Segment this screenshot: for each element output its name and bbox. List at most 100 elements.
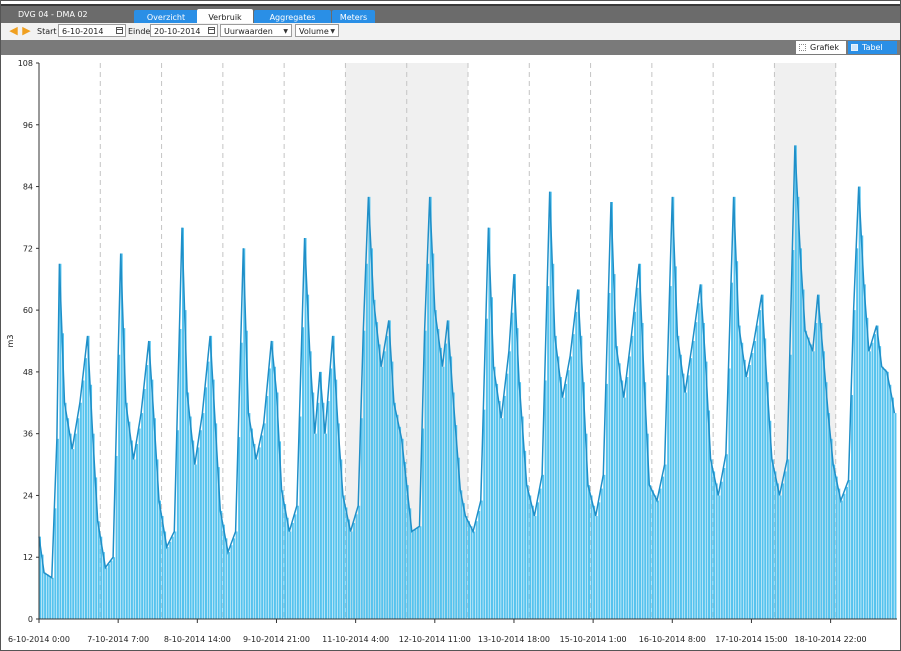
hour-bar bbox=[473, 531, 476, 619]
hour-bar bbox=[636, 287, 639, 619]
hour-bar bbox=[697, 303, 700, 619]
x-tick-label: 6-10-2014 0:00 bbox=[8, 635, 70, 644]
hour-bar bbox=[192, 440, 195, 619]
hour-bar bbox=[562, 397, 565, 619]
hour-bar bbox=[616, 346, 619, 619]
hour-bar bbox=[136, 443, 139, 619]
end-date-value: 20-10-2014 bbox=[154, 27, 201, 36]
hour-bar bbox=[715, 483, 718, 619]
y-tick-label: 108 bbox=[18, 59, 33, 68]
hour-bar bbox=[603, 474, 606, 619]
hour-bar bbox=[731, 282, 734, 619]
hour-bar bbox=[350, 531, 353, 619]
hour-bar bbox=[628, 356, 631, 619]
hour-bar bbox=[570, 356, 573, 619]
x-tick-label: 15-10-2014 1:00 bbox=[560, 635, 627, 644]
hour-bar bbox=[542, 474, 545, 619]
next-period-button[interactable]: ▶ bbox=[21, 25, 32, 37]
hour-bar bbox=[332, 335, 335, 619]
hour-bar bbox=[166, 546, 169, 619]
hour-bar bbox=[667, 375, 670, 619]
hour-bar bbox=[360, 418, 363, 619]
hour-bar bbox=[679, 354, 682, 619]
hour-bar bbox=[662, 476, 665, 619]
resolution-select[interactable]: Uurwaarden ▼ bbox=[220, 24, 292, 37]
hour-bar bbox=[853, 310, 856, 619]
hour-bar bbox=[399, 426, 402, 619]
hour-bar bbox=[378, 344, 381, 619]
hour-bar bbox=[373, 299, 376, 619]
hour-bar bbox=[889, 384, 892, 619]
view-tab-tabel[interactable]: Tabel bbox=[848, 41, 897, 54]
hour-bar bbox=[881, 366, 884, 619]
hour-bar bbox=[761, 294, 764, 619]
hour-bar bbox=[424, 330, 427, 619]
hour-bar bbox=[115, 455, 118, 619]
hour-bar bbox=[728, 368, 731, 619]
hour-bar bbox=[700, 284, 703, 619]
hour-bar bbox=[633, 311, 636, 619]
hour-bar bbox=[256, 459, 259, 619]
hour-bar bbox=[710, 459, 713, 619]
hour-bar bbox=[692, 341, 695, 619]
x-tick-label: 13-10-2014 18:00 bbox=[478, 635, 550, 644]
hour-bar bbox=[222, 524, 225, 619]
hour-bar bbox=[718, 495, 721, 619]
hour-bar bbox=[833, 464, 836, 619]
hour-bar bbox=[353, 522, 356, 619]
hour-bar bbox=[281, 490, 284, 619]
hour-bar bbox=[289, 531, 292, 619]
hour-bar bbox=[554, 335, 557, 619]
hour-bar bbox=[355, 514, 358, 619]
hour-bar bbox=[445, 343, 448, 619]
hour-bar bbox=[419, 526, 422, 619]
hour-bar bbox=[263, 423, 266, 619]
hour-bar bbox=[266, 395, 269, 619]
start-date-field[interactable]: 6-10-2014 bbox=[58, 24, 126, 37]
hour-bar bbox=[314, 433, 317, 619]
hour-bar bbox=[621, 380, 624, 619]
hour-bar bbox=[868, 351, 871, 619]
calendar-icon[interactable] bbox=[116, 27, 123, 34]
end-label: Einde bbox=[128, 27, 151, 36]
hour-bar bbox=[605, 383, 608, 619]
hour-bar bbox=[475, 521, 478, 619]
hour-bar bbox=[682, 373, 685, 619]
calendar-icon[interactable] bbox=[208, 27, 215, 34]
view-tab-grafiek[interactable]: Grafiek bbox=[796, 41, 846, 54]
hour-bar bbox=[856, 248, 859, 620]
hour-bar bbox=[871, 342, 874, 619]
hour-bar bbox=[618, 363, 621, 619]
hour-bar bbox=[462, 503, 465, 619]
hour-bar bbox=[194, 464, 197, 619]
hour-bar bbox=[746, 377, 749, 619]
hour-bar bbox=[128, 421, 131, 619]
hour-bar bbox=[702, 322, 705, 619]
hour-bar bbox=[866, 317, 869, 619]
table-icon bbox=[851, 44, 858, 51]
hour-bar bbox=[401, 438, 404, 619]
hour-bar bbox=[565, 383, 568, 619]
hour-bar bbox=[822, 351, 825, 619]
hour-bar bbox=[309, 351, 312, 619]
hour-bar bbox=[879, 346, 882, 619]
hour-bar bbox=[677, 335, 680, 619]
consumption-chart: 0 12 24 36 48 60 72 84 96 108 m3 6-10-2014 0:00 7-10… bbox=[6, 59, 897, 644]
hour-bar bbox=[322, 402, 325, 619]
previous-period-button[interactable]: ◀ bbox=[8, 25, 19, 37]
hour-bar bbox=[386, 335, 389, 619]
title-bar: DVG 04 - DMA 02 Overzicht Verbruik Aggre… bbox=[1, 4, 900, 27]
hour-bar bbox=[197, 447, 200, 619]
measure-select[interactable]: Volume ▼ bbox=[295, 24, 339, 37]
hour-bar bbox=[782, 483, 785, 619]
view-tab-tabel-label: Tabel bbox=[862, 43, 883, 52]
end-date-field[interactable]: 20-10-2014 bbox=[150, 24, 218, 37]
hour-bar bbox=[891, 397, 894, 619]
hour-bar bbox=[302, 327, 305, 619]
hour-bar bbox=[588, 485, 591, 619]
y-tick-label: 36 bbox=[23, 430, 33, 439]
hour-bar bbox=[327, 401, 330, 619]
hour-bar bbox=[368, 196, 371, 619]
hour-bar bbox=[738, 325, 741, 619]
hour-bar bbox=[176, 430, 179, 619]
